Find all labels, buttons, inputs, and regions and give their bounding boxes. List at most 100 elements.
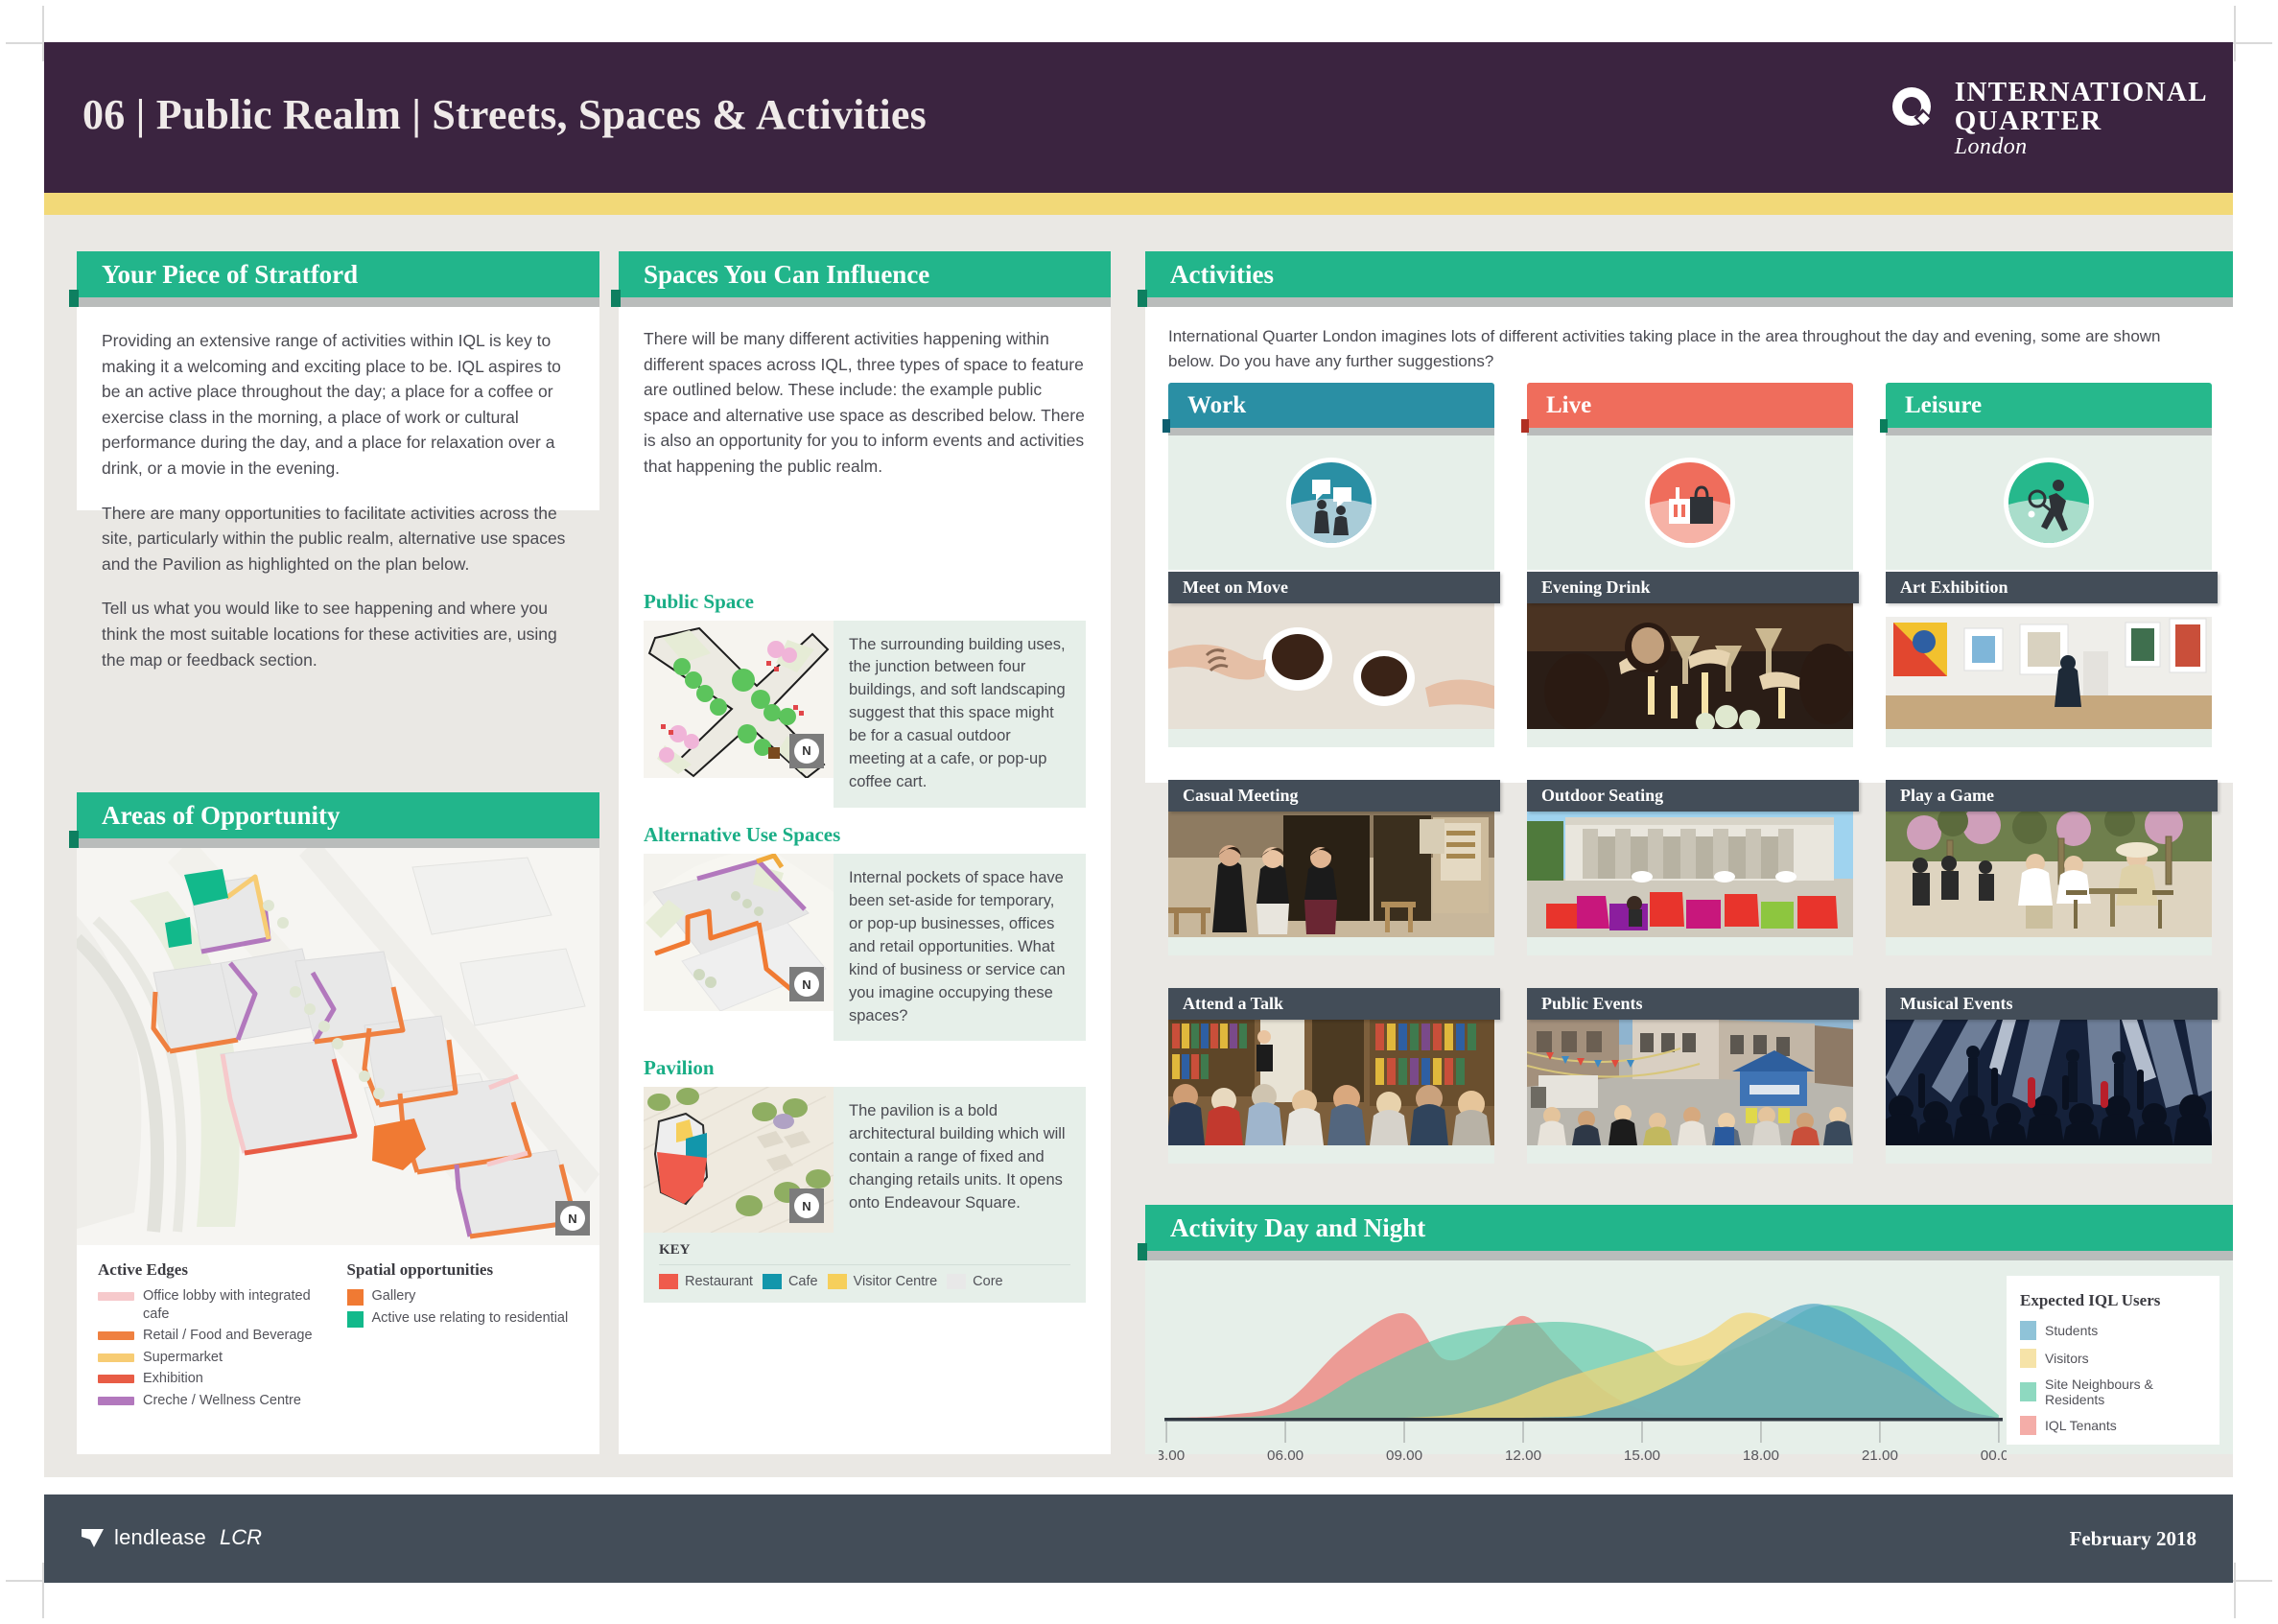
- activity-card[interactable]: Meet on Move: [1168, 572, 1500, 747]
- legend-swatch: [98, 1353, 134, 1362]
- activity-card[interactable]: Musical Events: [1886, 988, 2218, 1164]
- key-label: Visitor Centre: [853, 1274, 938, 1290]
- compass-north-icon: N: [555, 1201, 590, 1236]
- card-label-text: Play a Game: [1900, 786, 1994, 805]
- legend-label: IQL Tenants: [2045, 1418, 2117, 1433]
- activity-card[interactable]: Play a Game: [1886, 780, 2218, 955]
- footer-brands: lendlease LCR: [81, 1525, 262, 1550]
- legend-swatch: [98, 1292, 134, 1301]
- card-label-text: Casual Meeting: [1183, 786, 1299, 805]
- activity-card[interactable]: Evening Drink: [1527, 572, 1859, 747]
- category-live[interactable]: Live: [1521, 383, 1853, 570]
- category-tab-accent: [1521, 419, 1529, 433]
- x-tick-label: 09.00: [1386, 1447, 1422, 1460]
- key-label: Restaurant: [685, 1274, 753, 1290]
- category-icon-wrap: [1168, 435, 1494, 570]
- card-label-text: Art Exhibition: [1900, 577, 2008, 597]
- person-tennis-icon: [2008, 462, 2089, 543]
- card-label: Evening Drink: [1527, 572, 1859, 603]
- activity-card-grid: Meet on Move Evening Drink Art Exhibitio…: [1145, 572, 2233, 1186]
- activity-card[interactable]: Outdoor Seating: [1527, 780, 1859, 955]
- card-label-text: Musical Events: [1900, 994, 2013, 1013]
- category-label: Live: [1546, 391, 1592, 418]
- category-header: Live: [1521, 383, 1853, 433]
- category-header-shadow: [1886, 428, 2212, 435]
- legend-spatial-opportunities: Spatial opportunities Gallery Active use…: [346, 1260, 579, 1413]
- street-market-crowd-photo: [1527, 1020, 1853, 1145]
- logo-line-3: London: [1954, 134, 2028, 160]
- areas-of-opportunity-legend: Active Edges Office lobby with integrate…: [77, 1245, 599, 1424]
- page-title: 06 | Public Realm | Streets, Spaces & Ac…: [82, 91, 927, 138]
- category-header-shadow: [1527, 428, 1853, 435]
- legend-swatch: [2020, 1321, 2036, 1340]
- shopping-bag-basket-icon: [1650, 462, 1730, 543]
- key-label: Core: [973, 1274, 1003, 1290]
- alternative-use-description: Internal pockets of space have been set-…: [834, 854, 1086, 1042]
- category-header: Work: [1162, 383, 1494, 433]
- areas-of-opportunity-map[interactable]: N: [77, 848, 599, 1245]
- q-mark-icon: [1891, 87, 1932, 127]
- panel-areas-of-opportunity: Areas of Opportunity N Active Edges Offi…: [69, 792, 599, 1454]
- panel-tab-accent: [69, 290, 79, 307]
- legend-label: Visitors: [2045, 1351, 2089, 1366]
- legend-swatch: [2020, 1349, 2036, 1368]
- legend-label: Retail / Food and Beverage: [143, 1328, 313, 1344]
- pavilion-description: The pavilion is a bold architectural bui…: [834, 1087, 1086, 1234]
- card-label: Musical Events: [1886, 988, 2218, 1020]
- panel-your-piece-of-stratford: Your Piece of Stratford Providing an ext…: [69, 251, 599, 670]
- category-work[interactable]: Work: [1162, 383, 1494, 570]
- panel-body: There will be many different activities …: [619, 307, 1111, 1320]
- gallery-interior-photo: [1886, 603, 2212, 729]
- activity-card[interactable]: Attend a Talk: [1168, 988, 1500, 1164]
- panel-header: Spaces You Can Influence: [611, 251, 1111, 307]
- panel-spaces-you-can-influence: Spaces You Can Influence There will be m…: [611, 251, 1111, 1454]
- category-icon-wrap: [1527, 435, 1853, 570]
- card-label-text: Outdoor Seating: [1541, 786, 1664, 805]
- pavilion-key: KEY Restaurant Cafe Visitor Centre Core: [644, 1233, 1086, 1304]
- paragraph: Tell us what you would like to see happe…: [102, 599, 557, 670]
- intro-paragraphs: Providing an extensive range of activiti…: [102, 328, 575, 672]
- section-pavilion: N The pavilion is a bold architectural b…: [644, 1087, 1086, 1234]
- section-public-space: N The surrounding building uses, the jun…: [644, 620, 1086, 809]
- panel-tab-accent: [69, 831, 79, 848]
- public-space-description: The surrounding building uses, the junct…: [834, 620, 1086, 809]
- public-space-plan-thumb[interactable]: N: [644, 620, 834, 778]
- legend-label: Office lobby with integrated cafe: [143, 1288, 311, 1322]
- key-swatch: [827, 1274, 847, 1290]
- activity-area-chart[interactable]: 03.00 06.00 09.00 12.00 15.00 18.00 21.00 00.00: [1159, 1276, 2007, 1460]
- key-item: Restaurant: [659, 1274, 753, 1290]
- category-label: Work: [1187, 391, 1247, 418]
- category-leisure[interactable]: Leisure: [1880, 383, 2212, 570]
- panel-header: Your Piece of Stratford: [69, 251, 599, 307]
- activity-card[interactable]: Casual Meeting: [1168, 780, 1500, 955]
- panel-header: Activity Day and Night: [1138, 1205, 2233, 1260]
- panel-header-shadow: [1145, 1251, 2233, 1260]
- panel-tab-accent: [1138, 290, 1147, 307]
- category-header: Leisure: [1880, 383, 2212, 433]
- legend-item: Gallery: [346, 1287, 579, 1306]
- chart-legend-title: Expected IQL Users: [2020, 1291, 2161, 1309]
- chart-legend: Expected IQL Users Students Visitors Sit…: [2007, 1276, 2219, 1445]
- key-swatch: [947, 1274, 967, 1290]
- legend-label: Site Neighbours & Residents: [2045, 1377, 2153, 1407]
- alternative-use-plan-thumb[interactable]: N: [644, 854, 834, 1012]
- legend-item: Site Neighbours & Residents: [2020, 1377, 2206, 1407]
- compass-north-icon: N: [789, 967, 824, 1002]
- activities-intro: International Quarter London imagines lo…: [1168, 327, 2161, 370]
- legend-item: Students: [2020, 1321, 2206, 1340]
- legend-swatch: [2020, 1382, 2036, 1401]
- card-footer: [1886, 1145, 2212, 1164]
- activity-card[interactable]: Public Events: [1527, 988, 1859, 1164]
- pavilion-plan-thumb[interactable]: N: [644, 1087, 834, 1234]
- card-label-text: Attend a Talk: [1183, 994, 1284, 1013]
- key-swatch: [762, 1274, 782, 1290]
- activity-card[interactable]: Art Exhibition: [1886, 572, 2218, 747]
- section-heading-public-space: Public Space: [644, 589, 754, 613]
- iql-logo: INTERNATIONAL QUARTER London: [1890, 78, 2208, 160]
- two-people-talking-icon: [1291, 462, 1372, 543]
- accent-yellow-bar: [44, 193, 2233, 215]
- key-title: KEY: [659, 1242, 1070, 1266]
- card-label: Casual Meeting: [1168, 780, 1500, 812]
- category-label: Leisure: [1905, 391, 1983, 418]
- compass-north-icon: N: [789, 1189, 824, 1224]
